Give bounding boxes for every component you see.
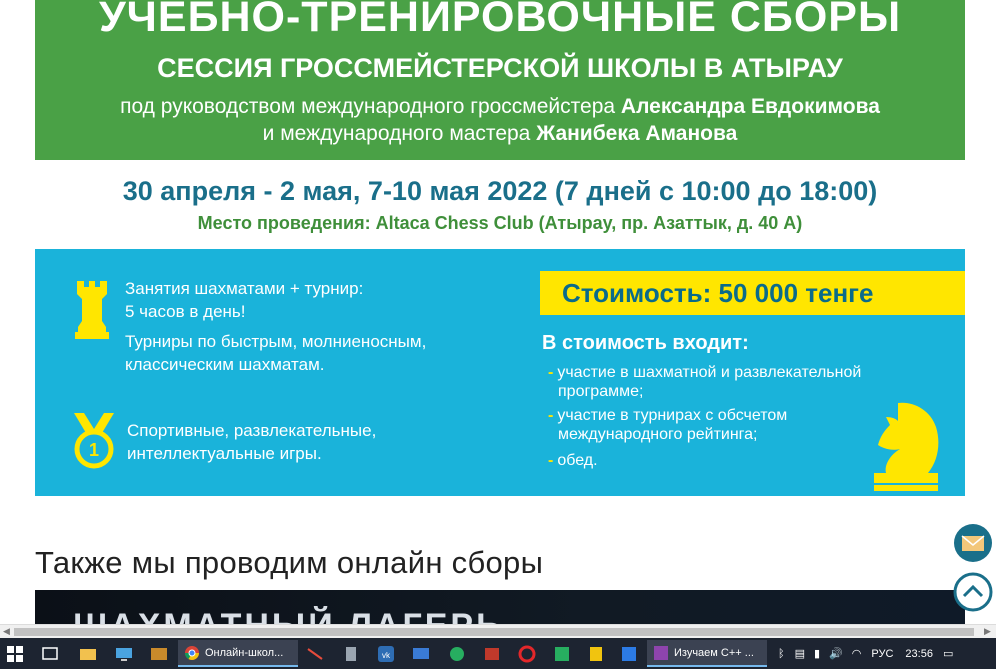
event-dates: 30 апреля - 2 мая, 7-10 мая 2022 (7 дней… xyxy=(122,176,878,206)
rook-icon xyxy=(75,281,109,339)
vs-icon xyxy=(654,645,668,660)
volume-icon[interactable]: 🔊 xyxy=(829,647,843,660)
horizontal-scrollbar[interactable]: ◀ ▶ xyxy=(0,624,996,638)
feature-1: Занятия шахматами + турнир: xyxy=(125,279,364,298)
mail-button[interactable] xyxy=(953,523,993,563)
feature-5: Спортивные, развлекательные, xyxy=(127,421,377,440)
feature-2: 5 часов в день! xyxy=(125,302,246,321)
taskbar-chrome-window[interactable]: Онлайн-школ... xyxy=(178,640,298,667)
browser-viewport: УЧЕБНО-ТРЕНИРОВОЧНЫЕ СБОРЫ СЕССИЯ ГРОССМ… xyxy=(0,0,996,624)
chrome-window-title: Онлайн-школ... xyxy=(205,646,284,659)
banner-title: УЧЕБНО-ТРЕНИРОВОЧНЫЕ СБОРЫ xyxy=(98,0,902,41)
app-icon-3[interactable] xyxy=(482,641,502,666)
language-indicator[interactable]: РУС xyxy=(871,648,893,660)
banner-line-1-prefix: под руководством международного гроссмей… xyxy=(120,95,621,118)
banner-line-2: и международного мастера Жанибека Аманов… xyxy=(35,121,965,147)
opera-icon[interactable] xyxy=(517,641,537,666)
svg-text:1: 1 xyxy=(89,440,99,460)
app-icon-6[interactable] xyxy=(619,641,639,666)
scrollbar-thumb[interactable] xyxy=(14,628,974,636)
cpp-window-title: Изучаем C++ ... xyxy=(674,646,754,659)
clock[interactable]: 23:56 xyxy=(905,648,933,660)
task-view-icon[interactable] xyxy=(40,641,60,666)
banner-line-1: под руководством международного гроссмей… xyxy=(35,94,965,120)
online-camp-banner: ШАХМАТНЫЙ ЛАГЕРЬ xyxy=(35,590,965,624)
banner-line-2-name: Жанибека Аманова xyxy=(536,122,738,145)
includes-title: В стоимость входит: xyxy=(542,332,749,354)
app-icon-2[interactable] xyxy=(411,641,431,666)
scroll-top-button[interactable] xyxy=(953,572,993,612)
calculator-icon[interactable] xyxy=(341,641,361,666)
info-panel: Занятия шахматами + турнир: 5 часов в де… xyxy=(35,249,965,496)
include-item-3: - обед. xyxy=(548,452,598,469)
network-icon[interactable]: ▤ xyxy=(795,647,805,660)
windows-start-icon[interactable] xyxy=(6,641,24,666)
banner-subtitle: СЕССИЯ ГРОССМЕЙСТЕРСКОЙ ШКОЛЫ В АТЫРАУ xyxy=(157,53,843,83)
system-tray: ᛒ ▤ ▮ 🔊 ◠ РУС 23:56 ▭ xyxy=(778,638,953,669)
include-item-1-cont: программе; xyxy=(558,383,644,400)
computer-icon[interactable] xyxy=(114,641,134,666)
notifications-icon[interactable]: ▭ xyxy=(943,647,953,660)
globe-icon[interactable] xyxy=(447,641,467,666)
bluetooth-icon[interactable]: ᛒ xyxy=(778,648,785,660)
feature-4: классическим шахматам. xyxy=(125,355,325,374)
include-item-1-text: участие в шахматной и развлекательной xyxy=(557,364,862,381)
include-item-2: - участие в турнирах с обсчетом xyxy=(548,407,788,424)
feature-6: интеллектуальные игры. xyxy=(127,444,322,463)
include-item-2-text: участие в турнирах с обсчетом xyxy=(557,407,788,424)
scroll-right-icon[interactable]: ▶ xyxy=(984,626,991,637)
banner-line-1-name: Александра Евдокимова xyxy=(620,95,880,118)
app-icon-1[interactable] xyxy=(305,641,325,666)
medal-icon: 1 xyxy=(74,413,114,469)
file-explorer-icon[interactable] xyxy=(78,641,98,666)
taskbar-cpp-window[interactable]: Изучаем C++ ... xyxy=(647,640,767,667)
header-banner: УЧЕБНО-ТРЕНИРОВОЧНЫЕ СБОРЫ СЕССИЯ ГРОССМ… xyxy=(35,0,965,160)
feature-3: Турниры по быстрым, молниеносным, xyxy=(125,332,427,351)
taskbar: Онлайн-школ... vk Изучаем C++ ... ᛒ ▤ ▮ … xyxy=(0,638,996,669)
scroll-left-icon[interactable]: ◀ xyxy=(3,626,10,637)
knight-icon xyxy=(874,402,939,491)
vk-icon[interactable]: vk xyxy=(376,641,396,666)
include-item-2-cont: международного рейтинга; xyxy=(558,426,758,443)
battery-icon[interactable]: ▮ xyxy=(814,647,820,660)
app-icon-4[interactable] xyxy=(552,641,572,666)
svg-text:vk: vk xyxy=(382,651,391,660)
app-icon-5[interactable] xyxy=(586,641,606,666)
include-item-1: - участие в шахматной и развлекательной xyxy=(548,364,862,381)
banner-line-2-prefix: и международного мастера xyxy=(262,122,537,145)
event-venue: Место проведения: Altaca Chess Club (Аты… xyxy=(197,213,803,233)
price-label: Стоимость: 50 000 тенге xyxy=(540,271,965,315)
include-item-3-text: обед. xyxy=(557,452,598,469)
archive-icon[interactable] xyxy=(149,641,169,666)
chrome-icon xyxy=(185,645,199,660)
online-section-title: Также мы проводим онлайн сборы xyxy=(35,545,544,580)
online-camp-banner-text: ШАХМАТНЫЙ ЛАГЕРЬ xyxy=(73,607,504,624)
wifi-icon[interactable]: ◠ xyxy=(852,647,862,660)
